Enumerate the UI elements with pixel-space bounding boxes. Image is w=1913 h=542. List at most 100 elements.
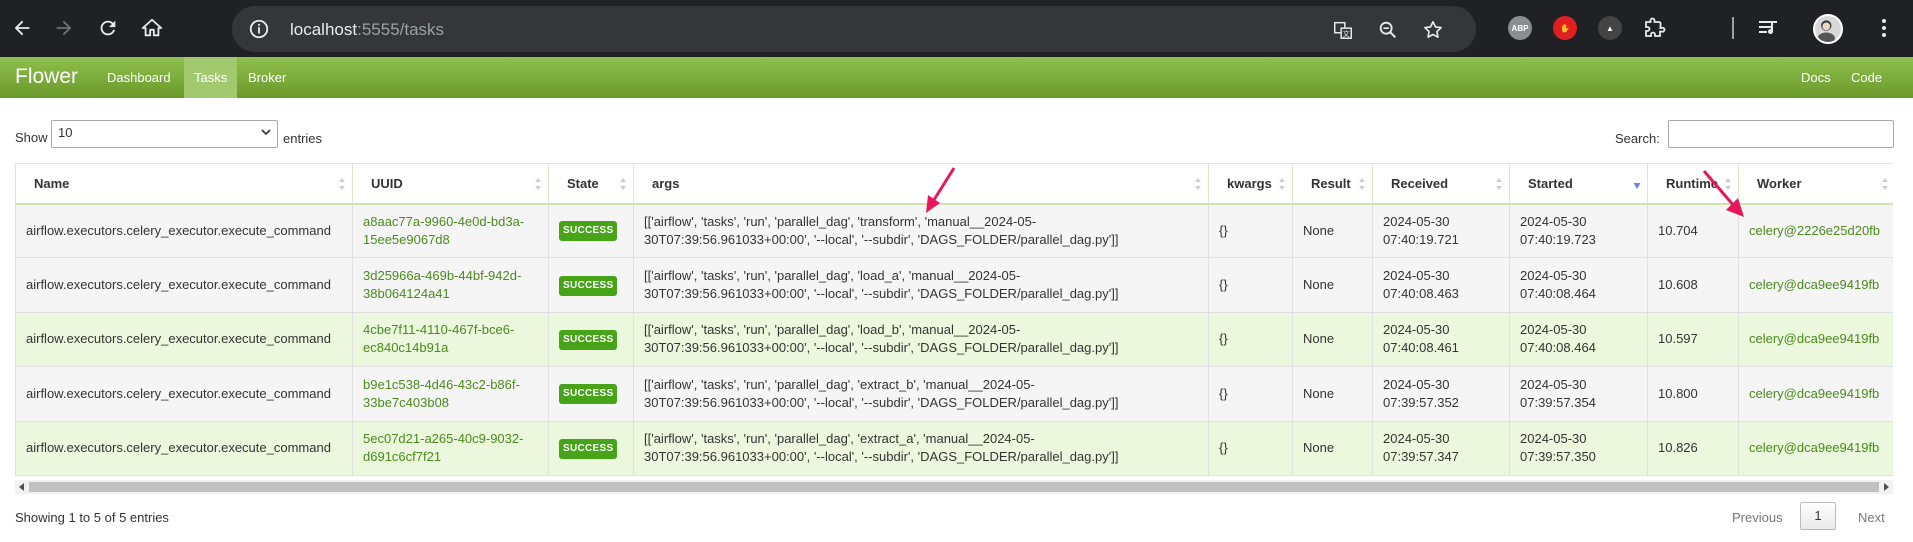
page-1-button[interactable]: 1	[1800, 502, 1836, 530]
task-worker-link[interactable]: celery@dca9ee9419fb	[1738, 366, 1893, 422]
triangle-extension-icon[interactable]: ▲	[1598, 16, 1622, 40]
sort-desc-icon	[1633, 183, 1641, 189]
extensions-puzzle-icon[interactable]	[1642, 16, 1666, 40]
task-uuid-link[interactable]: b9e1c538-4d46-43c2-b86f- 33be7c403b08	[352, 366, 549, 422]
status-badge: SUCCESS	[559, 275, 618, 296]
nav-broker[interactable]: Broker	[238, 57, 296, 98]
sort-icon	[1882, 178, 1888, 190]
task-args: [['airflow', 'tasks', 'run', 'parallel_d…	[633, 311, 1209, 368]
task-received: 2024-05-30 07:40:08.463	[1372, 257, 1510, 313]
address-bar[interactable]: localhost:5555/tasks 文	[232, 6, 1476, 52]
task-result: None	[1292, 311, 1373, 368]
scrollbar-thumb[interactable]	[29, 482, 1879, 492]
task-args: [['airflow', 'tasks', 'run', 'parallel_d…	[633, 366, 1209, 422]
task-name: airflow.executors.celery_executor.execut…	[15, 257, 353, 313]
annotation-arrow-icon	[1702, 170, 1744, 217]
entries-label: entries	[283, 131, 323, 146]
brand-logo[interactable]: Flower	[15, 65, 78, 89]
bookmark-star-icon[interactable]	[1422, 19, 1444, 41]
task-uuid-link[interactable]: 4cbe7f11-4110-467f-bce6- ec840c14b91a	[352, 311, 549, 368]
task-args: [['airflow', 'tasks', 'run', 'parallel_d…	[633, 257, 1209, 313]
nav-dashboard[interactable]: Dashboard	[97, 57, 181, 98]
nav-code[interactable]: Code	[1841, 57, 1892, 98]
task-result: None	[1292, 420, 1373, 476]
col-result[interactable]: Result	[1292, 163, 1373, 205]
chevron-down-icon	[261, 129, 271, 136]
profile-avatar[interactable]	[1813, 14, 1843, 44]
previous-button[interactable]: Previous	[1732, 510, 1783, 525]
task-worker-link[interactable]: celery@2226e25d20fb	[1738, 202, 1893, 259]
task-started: 2024-05-30 07:40:08.464	[1509, 257, 1648, 313]
task-received: 2024-05-30 07:39:57.352	[1372, 366, 1510, 422]
browser-toolbar: localhost:5555/tasks 文 ABP ✋ ▲	[0, 0, 1913, 57]
task-result: None	[1292, 257, 1373, 313]
col-received[interactable]: Received	[1372, 163, 1510, 205]
status-badge: SUCCESS	[559, 384, 618, 405]
table-row: airflow.executors.celery_executor.execut…	[15, 420, 1893, 476]
sort-icon	[1359, 178, 1365, 190]
adblock-extension-icon[interactable]: ABP	[1508, 16, 1532, 40]
task-uuid-link[interactable]: 5ec07d21-a265-40c9-9032- d691c6cf7f21	[352, 420, 549, 476]
task-received: 2024-05-30 07:40:19.721	[1372, 202, 1510, 259]
task-worker-link[interactable]: celery@dca9ee9419fb	[1738, 257, 1893, 313]
task-worker-link[interactable]: celery@dca9ee9419fb	[1738, 311, 1893, 368]
url-text[interactable]: localhost:5555/tasks	[290, 20, 444, 40]
col-kwargs[interactable]: kwargs	[1208, 163, 1293, 205]
task-started: 2024-05-30 07:40:19.723	[1509, 202, 1648, 259]
task-runtime: 10.597	[1647, 311, 1739, 368]
col-uuid[interactable]: UUID	[352, 163, 549, 205]
sort-icon	[620, 178, 626, 190]
status-badge: SUCCESS	[559, 221, 618, 242]
flower-navbar: Flower Dashboard Tasks Broker Docs Code	[0, 57, 1913, 98]
translate-icon[interactable]: 文	[1332, 19, 1354, 41]
page-size-value: 10	[58, 125, 73, 140]
stop-hand-extension-icon[interactable]: ✋	[1553, 16, 1577, 40]
site-info-icon[interactable]	[248, 18, 270, 40]
forward-icon[interactable]	[50, 14, 78, 42]
task-kwargs: {}	[1208, 311, 1293, 368]
table-row: airflow.executors.celery_executor.execut…	[15, 311, 1893, 368]
task-result: None	[1292, 202, 1373, 259]
back-icon[interactable]	[8, 14, 36, 42]
task-args: [['airflow', 'tasks', 'run', 'parallel_d…	[633, 420, 1209, 476]
nav-tasks[interactable]: Tasks	[184, 57, 238, 98]
scroll-right-icon[interactable]	[1882, 483, 1890, 491]
task-started: 2024-05-30 07:39:57.350	[1509, 420, 1648, 476]
annotation-arrow-icon	[926, 167, 956, 213]
next-button[interactable]: Next	[1858, 510, 1885, 525]
table-row: airflow.executors.celery_executor.execut…	[15, 366, 1893, 422]
task-received: 2024-05-30 07:40:08.461	[1372, 311, 1510, 368]
task-runtime: 10.608	[1647, 257, 1739, 313]
task-uuid-link[interactable]: a8aac77a-9960-4e0d-bd3a- 15ee5e9067d8	[352, 202, 549, 259]
task-name: airflow.executors.celery_executor.execut…	[15, 202, 353, 259]
page-size-select[interactable]: 10	[51, 120, 278, 148]
svg-text:文: 文	[1343, 29, 1351, 38]
col-worker[interactable]: Worker	[1738, 163, 1893, 205]
reload-icon[interactable]	[94, 14, 122, 42]
zoom-icon[interactable]	[1377, 19, 1399, 41]
sort-icon	[1496, 178, 1502, 190]
task-uuid-link[interactable]: 3d25966a-469b-44bf-942d- 38b064124a41	[352, 257, 549, 313]
search-input[interactable]	[1668, 120, 1894, 148]
col-state[interactable]: State	[548, 163, 634, 205]
menu-dots-icon[interactable]	[1872, 16, 1896, 40]
table-row: airflow.executors.celery_executor.execut…	[15, 257, 1893, 313]
home-icon[interactable]	[138, 14, 166, 42]
task-name: airflow.executors.celery_executor.execut…	[15, 420, 353, 476]
status-badge: SUCCESS	[559, 329, 618, 350]
pagination: Previous 1 Next	[1720, 500, 1900, 530]
col-name[interactable]: Name	[15, 163, 353, 205]
task-result: None	[1292, 366, 1373, 422]
media-queue-icon[interactable]	[1756, 16, 1780, 40]
col-started[interactable]: Started	[1509, 163, 1648, 205]
task-received: 2024-05-30 07:39:57.347	[1372, 420, 1510, 476]
scroll-left-icon[interactable]	[18, 483, 26, 491]
horizontal-scrollbar[interactable]	[15, 480, 1893, 494]
task-runtime: 10.800	[1647, 366, 1739, 422]
task-worker-link[interactable]: celery@dca9ee9419fb	[1738, 420, 1893, 476]
nav-docs[interactable]: Docs	[1791, 57, 1841, 98]
task-name: airflow.executors.celery_executor.execut…	[15, 366, 353, 422]
sort-icon	[1279, 178, 1285, 190]
task-kwargs: {}	[1208, 420, 1293, 476]
status-badge: SUCCESS	[559, 438, 618, 459]
